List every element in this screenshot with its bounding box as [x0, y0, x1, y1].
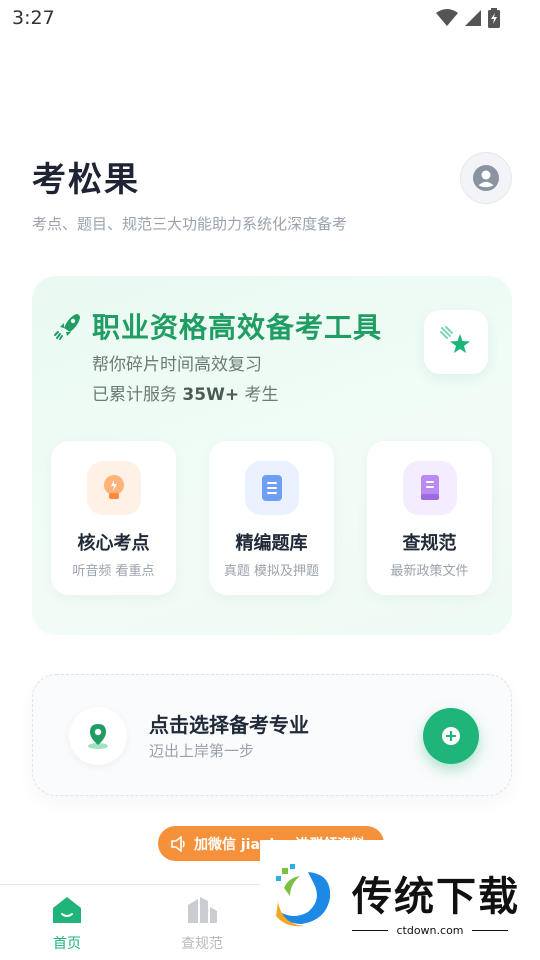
- hero-title: 职业资格高效备考工具: [92, 311, 383, 344]
- lightbulb-icon: [104, 475, 124, 499]
- document-icon: [262, 475, 282, 501]
- choose-major-subtitle: 迈出上岸第一步: [149, 742, 255, 760]
- page-title: 考松果: [32, 160, 140, 200]
- home-icon: [53, 897, 81, 923]
- status-bar: 3:27: [0, 0, 540, 36]
- nav-item-standards[interactable]: 查规范: [162, 895, 242, 953]
- nav-item-home[interactable]: 首页: [27, 895, 107, 953]
- nav-label-home: 首页: [53, 936, 81, 952]
- feature-card-standards[interactable]: 查规范 最新政策文件: [367, 441, 492, 595]
- add-major-button[interactable]: [423, 708, 479, 764]
- page-subtitle: 考点、题目、规范三大功能助力系统化深度备考: [32, 215, 348, 233]
- hero-subtitle: 帮你碎片时间高效复习: [92, 355, 262, 375]
- status-icons: [436, 8, 500, 28]
- feature-card-question-bank[interactable]: 精编题库 真题 模拟及押题: [209, 441, 334, 595]
- wifi-icon: [436, 9, 458, 26]
- served-count-text: 已累计服务 35W+ 考生: [92, 385, 279, 405]
- buildings-icon: [188, 897, 217, 923]
- feature-desc: 最新政策文件: [390, 564, 469, 579]
- location-pin-icon: [88, 724, 108, 749]
- watermark-brand: 传统下载: [352, 874, 520, 920]
- watermark-rule-right: [472, 930, 508, 931]
- rocket-icon: [54, 314, 80, 340]
- book-icon: [421, 475, 439, 500]
- status-time: 3:27: [12, 7, 55, 29]
- served-count: 35W+: [182, 385, 240, 405]
- feature-desc: 真题 模拟及押题: [223, 564, 320, 579]
- shooting-star-icon: [440, 326, 470, 353]
- star-badge: [424, 310, 488, 374]
- user-avatar-button[interactable]: [460, 152, 512, 204]
- feature-label: 查规范: [402, 533, 457, 554]
- location-icon-box: [69, 707, 127, 765]
- feature-desc: 听音频 看重点: [72, 564, 155, 579]
- user-icon: [473, 165, 499, 191]
- feature-icon-box: [245, 461, 299, 515]
- feature-card-core-points[interactable]: 核心考点 听音频 看重点: [51, 441, 176, 595]
- hero-card: 职业资格高效备考工具 帮你碎片时间高效复习 已累计服务 35W+ 考生 核心考点…: [32, 276, 512, 635]
- signal-icon: [465, 10, 481, 26]
- nav-label-standards: 查规范: [181, 936, 223, 952]
- feature-label: 核心考点: [77, 533, 150, 554]
- plus-icon: [442, 727, 460, 745]
- choose-major-card[interactable]: 点击选择备考专业 迈出上岸第一步: [32, 674, 512, 796]
- feature-icon-box: [403, 461, 457, 515]
- watermark-overlay: 传统下载 ctdown.com: [260, 840, 540, 960]
- feature-icon-box: [87, 461, 141, 515]
- choose-major-title: 点击选择备考专业: [149, 713, 309, 737]
- speaker-icon: [171, 835, 185, 852]
- feature-label: 精编题库: [235, 533, 308, 554]
- watermark-logo-icon: [276, 864, 331, 927]
- battery-icon: [488, 8, 500, 28]
